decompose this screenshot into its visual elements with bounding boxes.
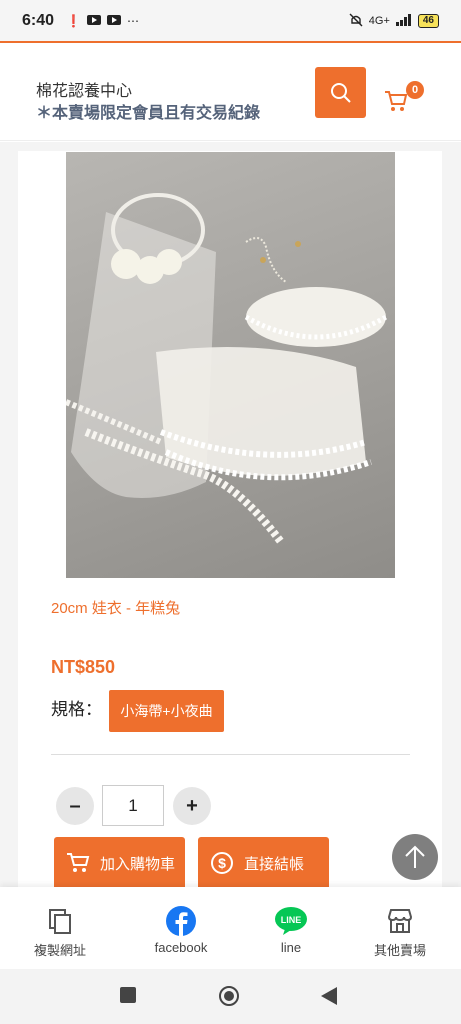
cart-icon bbox=[66, 852, 90, 874]
product-title: 20cm 娃衣 - 年糕兔 bbox=[51, 600, 181, 617]
cart-icon bbox=[385, 91, 408, 111]
home-button[interactable] bbox=[218, 985, 240, 1012]
shop-header: 棉花認養中心 ＊本賣場限定會員且有交易紀錄 0 bbox=[0, 43, 461, 141]
triangle-back-icon bbox=[321, 987, 337, 1005]
add-to-cart-button[interactable]: 加入購物車 bbox=[54, 837, 185, 889]
battery-icon: 46 bbox=[417, 14, 439, 28]
network-label: 4G+ bbox=[368, 15, 390, 27]
cart-button[interactable]: 0 bbox=[384, 81, 424, 113]
circle-icon bbox=[219, 986, 239, 1006]
line-icon: LINE bbox=[246, 905, 336, 937]
copy-icon bbox=[15, 905, 105, 937]
quantity-input[interactable] bbox=[102, 785, 164, 826]
nav-line-label: line bbox=[280, 940, 302, 955]
product-price: NT$850 bbox=[51, 657, 116, 677]
nav-copy-url[interactable]: 複製網址 bbox=[15, 905, 105, 959]
lace-dress-illustration bbox=[66, 193, 388, 545]
quantity-decrease-button[interactable]: – bbox=[56, 787, 94, 825]
product-image[interactable] bbox=[66, 152, 395, 578]
add-to-cart-label: 加入購物車 bbox=[100, 855, 176, 873]
system-nav-bar bbox=[0, 969, 461, 1024]
facebook-icon bbox=[136, 905, 226, 937]
minus-icon: – bbox=[69, 794, 81, 817]
nav-copy-url-label: 複製網址 bbox=[33, 943, 86, 958]
quantity-increase-button[interactable]: + bbox=[173, 787, 211, 825]
nav-other-stores-label: 其他賣場 bbox=[373, 943, 426, 958]
nav-other-stores[interactable]: 其他賣場 bbox=[355, 905, 445, 959]
more-icon: ⋯ bbox=[126, 14, 139, 28]
divider bbox=[51, 754, 410, 755]
shop-note: ＊本賣場限定會員且有交易紀錄 bbox=[36, 105, 261, 122]
svg-text:$: $ bbox=[218, 855, 226, 871]
svg-text:LINE: LINE bbox=[281, 915, 302, 925]
nav-line[interactable]: LINE line bbox=[246, 905, 336, 955]
status-bar: 6:40 ❗ ⋯ 4G+ 46 bbox=[0, 0, 461, 42]
search-icon bbox=[330, 82, 351, 103]
checkout-button[interactable]: $ 直接結帳 bbox=[198, 837, 329, 889]
arrow-up-icon bbox=[405, 845, 425, 868]
mute-icon bbox=[349, 13, 363, 30]
bottom-nav: 複製網址 facebook LINE line 其他賣場 bbox=[0, 887, 461, 969]
cart-count-badge: 0 bbox=[406, 81, 424, 99]
nav-facebook-label: facebook bbox=[154, 940, 208, 955]
back-button[interactable] bbox=[321, 987, 337, 1010]
scroll-to-top-button[interactable] bbox=[392, 834, 438, 880]
status-left-icons: ❗ ⋯ bbox=[66, 14, 139, 28]
status-right-icons: 4G+ 46 bbox=[349, 13, 439, 30]
youtube-icon bbox=[86, 14, 101, 28]
recent-apps-button[interactable] bbox=[120, 987, 136, 1008]
spec-option-button[interactable]: 小海帶+小夜曲 bbox=[109, 690, 224, 732]
checkout-label: 直接結帳 bbox=[244, 855, 305, 873]
store-icon bbox=[355, 905, 445, 937]
signal-icon bbox=[395, 13, 412, 29]
search-button[interactable] bbox=[315, 67, 366, 118]
dollar-icon: $ bbox=[210, 851, 234, 875]
plus-icon: + bbox=[186, 794, 198, 817]
shop-name: 棉花認養中心 bbox=[36, 83, 133, 100]
youtube-icon bbox=[106, 14, 121, 28]
nav-facebook[interactable]: facebook bbox=[136, 905, 226, 955]
square-icon bbox=[120, 987, 136, 1003]
spec-label: 規格： bbox=[51, 700, 102, 719]
notification-icon: ❗ bbox=[66, 14, 81, 28]
status-time: 6:40 bbox=[22, 12, 55, 29]
